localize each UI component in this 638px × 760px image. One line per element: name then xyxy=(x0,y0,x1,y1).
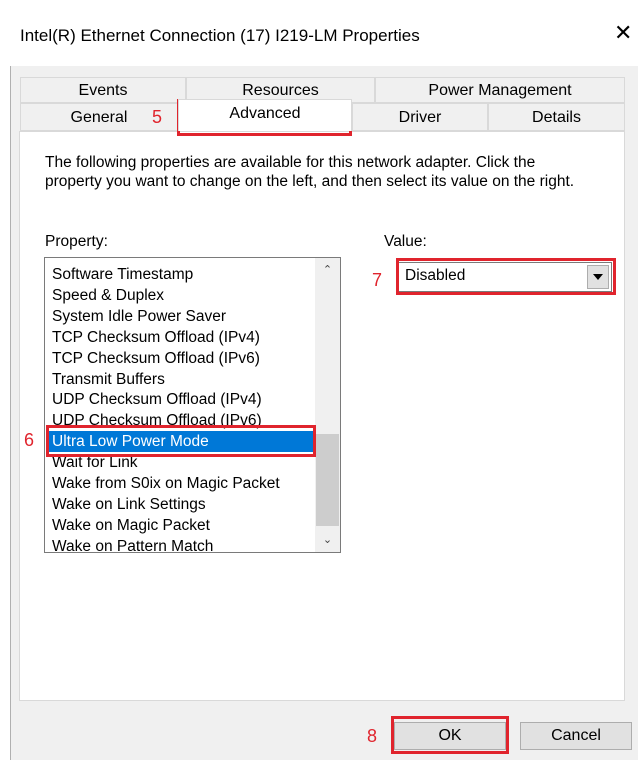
value-label: Value: xyxy=(384,233,427,250)
list-scrollbar[interactable]: ⌃ ⌄ xyxy=(315,258,340,552)
annotation-number-7: 7 xyxy=(372,270,383,290)
property-item[interactable]: Speed & Duplex xyxy=(49,285,315,306)
ok-button[interactable]: OK xyxy=(394,722,506,750)
close-icon[interactable]: ✕ xyxy=(614,22,632,44)
property-item[interactable]: Wake on Pattern Match xyxy=(49,536,315,552)
dropdown-button[interactable] xyxy=(587,265,609,289)
value-dropdown-selected: Disabled xyxy=(405,267,466,284)
property-item[interactable]: UDP Checksum Offload (IPv4) xyxy=(49,389,315,410)
chevron-down-icon xyxy=(593,274,603,280)
property-item[interactable]: Wait for Link xyxy=(49,452,315,473)
tab-power-management[interactable]: Power Management xyxy=(375,77,625,103)
property-item[interactable]: Wake from S0ix on Magic Packet xyxy=(49,473,315,494)
tab-advanced[interactable]: Advanced xyxy=(178,99,352,131)
annotation-number-5: 5 xyxy=(152,107,163,127)
annotation-number-6: 6 xyxy=(24,430,35,450)
scroll-up-icon[interactable]: ⌃ xyxy=(315,258,340,282)
window-title: Intel(R) Ethernet Connection (17) I219-L… xyxy=(20,26,420,45)
property-item[interactable]: Ultra Low Power Mode xyxy=(49,431,315,453)
tab-driver[interactable]: Driver xyxy=(352,103,488,131)
value-dropdown[interactable]: Disabled xyxy=(398,262,612,292)
property-item[interactable]: UDP Checksum Offload (IPv6) xyxy=(49,410,315,431)
annotation-number-8: 8 xyxy=(367,726,378,746)
title-bar: Intel(R) Ethernet Connection (17) I219-L… xyxy=(0,0,638,66)
property-label: Property: xyxy=(45,233,108,250)
property-item[interactable]: Wake on Link Settings xyxy=(49,494,315,515)
scroll-thumb[interactable] xyxy=(316,434,339,526)
property-item[interactable]: System Idle Power Saver xyxy=(49,306,315,327)
tab-events[interactable]: Events xyxy=(20,77,186,103)
property-list: Software Timestamp Speed & Duplex System I… xyxy=(45,258,315,552)
property-listbox[interactable]: Software Timestamp Speed & Duplex System I… xyxy=(44,257,341,553)
tab-details[interactable]: Details xyxy=(488,103,625,131)
properties-dialog: Intel(R) Ethernet Connection (17) I219-L… xyxy=(0,0,638,760)
property-item[interactable]: TCP Checksum Offload (IPv6) xyxy=(49,348,315,369)
property-item[interactable]: Wake on Magic Packet xyxy=(49,515,315,536)
description-text: The following properties are available f… xyxy=(45,154,575,190)
cancel-button[interactable]: Cancel xyxy=(520,722,632,750)
property-item[interactable]: TCP Checksum Offload (IPv4) xyxy=(49,327,315,348)
property-item[interactable]: Transmit Buffers xyxy=(49,369,315,390)
scroll-down-icon[interactable]: ⌄ xyxy=(315,528,340,552)
property-item[interactable]: Software Timestamp xyxy=(49,264,315,285)
